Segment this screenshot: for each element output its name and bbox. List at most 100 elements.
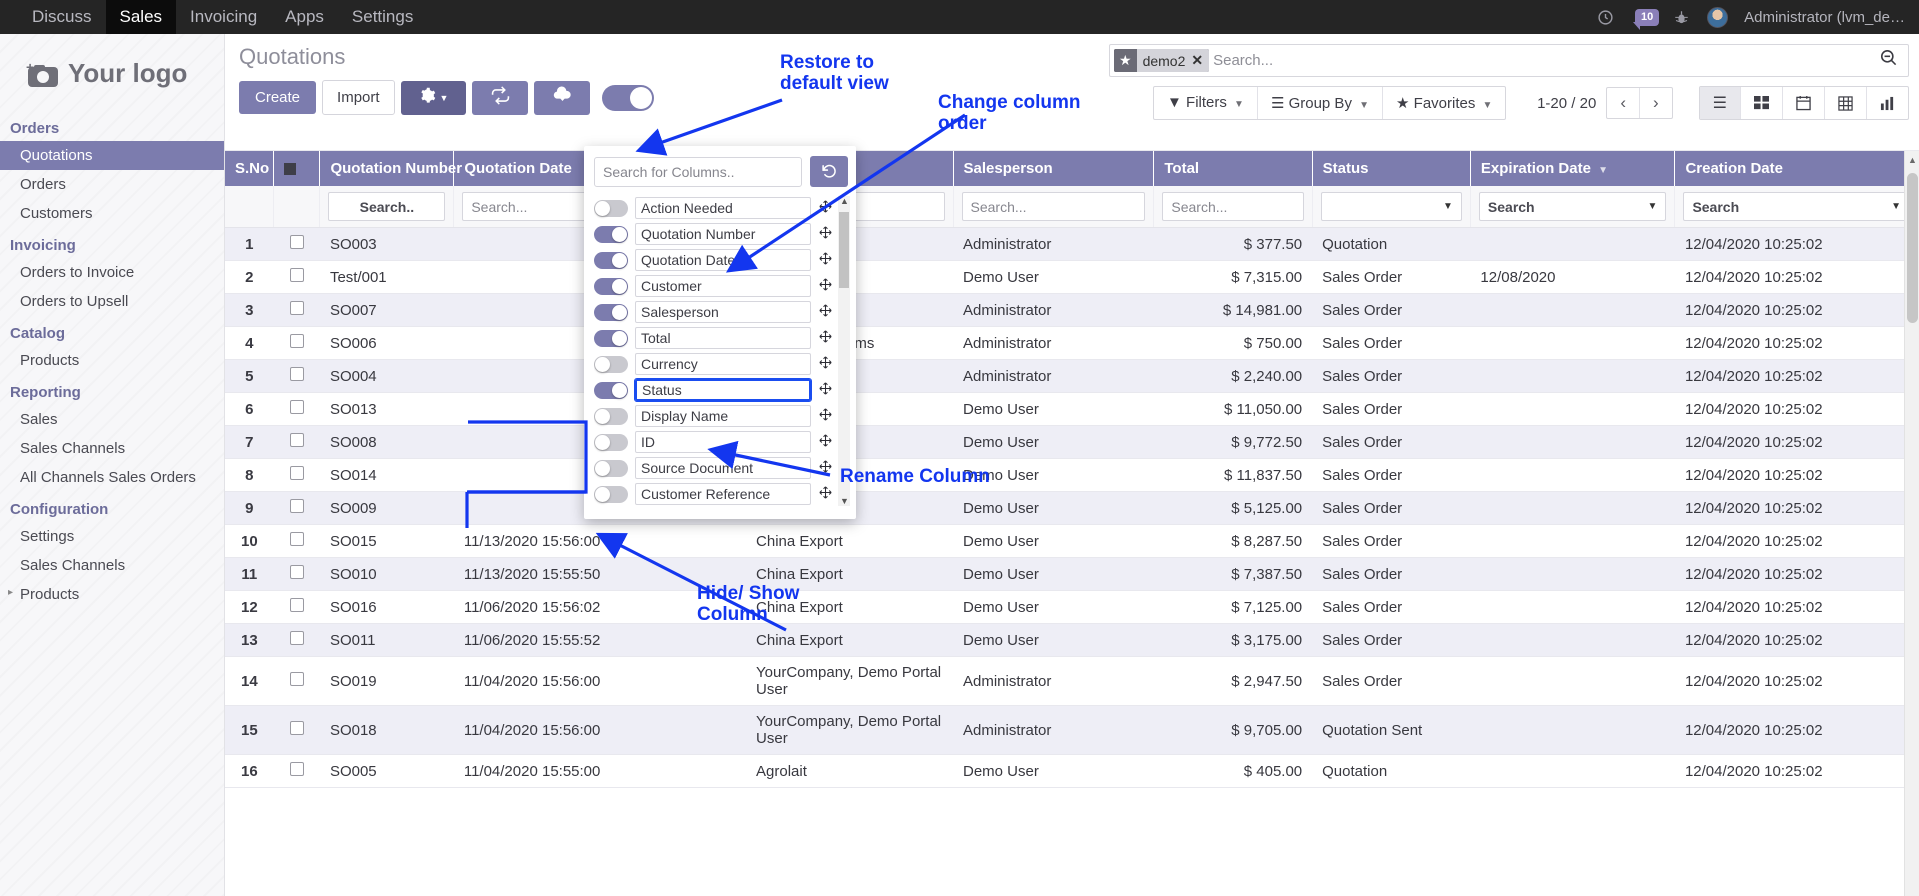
table-vertical-scrollbar[interactable]: ▲: [1904, 151, 1919, 896]
move-handle-icon[interactable]: [818, 382, 832, 398]
column-visibility-toggle[interactable]: [594, 460, 628, 477]
column-visibility-toggle[interactable]: [594, 408, 628, 425]
table-row[interactable]: 7SO008…na ExportDemo User$ 9,772.50Sales…: [225, 426, 1919, 459]
filter-input-quotation-number[interactable]: Search..: [328, 192, 445, 221]
graph-view-icon[interactable]: [1867, 87, 1908, 119]
favorites-dropdown[interactable]: ★ Favorites ▼: [1383, 87, 1505, 119]
column-visibility-toggle[interactable]: [594, 304, 628, 321]
sidebar-item-sales[interactable]: Sales: [0, 405, 224, 434]
column-settings-button[interactable]: ▼: [401, 81, 467, 115]
cell-checkbox[interactable]: [274, 426, 320, 459]
close-icon[interactable]: ✕: [1189, 49, 1209, 72]
create-button[interactable]: Create: [239, 81, 316, 114]
table-row[interactable]: 14SO01911/04/2020 15:56:00YourCompany, D…: [225, 657, 1919, 706]
row-checkbox[interactable]: [290, 499, 304, 513]
view-toggle-switch[interactable]: [602, 85, 654, 111]
column-visibility-toggle[interactable]: [594, 226, 628, 243]
cell-checkbox[interactable]: [274, 360, 320, 393]
sidebar-item-orders-to-invoice[interactable]: Orders to Invoice: [0, 258, 224, 287]
scroll-up-arrow-icon[interactable]: ▲: [840, 196, 849, 206]
row-checkbox[interactable]: [290, 367, 304, 381]
row-checkbox[interactable]: [290, 532, 304, 546]
cell-checkbox[interactable]: [274, 228, 320, 261]
column-header-total[interactable]: Total: [1154, 151, 1312, 186]
move-handle-icon[interactable]: [818, 434, 832, 450]
scroll-down-arrow-icon[interactable]: ▼: [840, 496, 849, 506]
table-row[interactable]: 3SO007…na ExportAdministrator$ 14,981.00…: [225, 294, 1919, 327]
sidebar-item-settings[interactable]: Settings: [0, 522, 224, 551]
calendar-view-icon[interactable]: [1783, 87, 1825, 119]
move-handle-icon[interactable]: [818, 460, 832, 476]
table-row[interactable]: 2Test/001…na ExportDemo User$ 7,315.00Sa…: [225, 261, 1919, 294]
filter-select-status[interactable]: ▼: [1321, 192, 1462, 221]
sidebar-item-customers[interactable]: Customers: [0, 199, 224, 228]
menu-item-discuss[interactable]: Discuss: [18, 0, 106, 34]
cell-checkbox[interactable]: [274, 261, 320, 294]
search-icon[interactable]: [1879, 48, 1902, 73]
cell-checkbox[interactable]: [274, 591, 320, 624]
table-row[interactable]: 11SO01011/13/2020 15:55:50China ExportDe…: [225, 558, 1919, 591]
row-checkbox[interactable]: [290, 762, 304, 776]
menu-item-apps[interactable]: Apps: [271, 0, 338, 34]
table-row[interactable]: 6SO013…na ExportDemo User$ 11,050.00Sale…: [225, 393, 1919, 426]
column-name-input[interactable]: Customer: [635, 275, 811, 297]
sidebar-item-orders-to-upsell[interactable]: Orders to Upsell: [0, 287, 224, 316]
column-name-input[interactable]: Currency: [635, 353, 811, 375]
row-checkbox[interactable]: [290, 301, 304, 315]
import-button[interactable]: Import: [322, 80, 395, 115]
pager-previous-button[interactable]: ‹: [1607, 88, 1640, 118]
table-row[interactable]: 15SO01811/04/2020 15:56:00YourCompany, D…: [225, 706, 1919, 755]
filter-input-salesperson[interactable]: Search...: [962, 192, 1146, 221]
cell-checkbox[interactable]: [274, 459, 320, 492]
cell-checkbox[interactable]: [274, 706, 320, 755]
column-name-input[interactable]: Action Needed: [635, 197, 811, 219]
row-checkbox[interactable]: [290, 334, 304, 348]
filter-input-total[interactable]: Search...: [1162, 192, 1303, 221]
column-search-input[interactable]: Search for Columns..: [594, 157, 802, 187]
row-checkbox[interactable]: [290, 466, 304, 480]
search-bar[interactable]: ★ demo2 ✕ Search...: [1109, 44, 1909, 77]
column-visibility-toggle[interactable]: [594, 330, 628, 347]
list-view-icon[interactable]: ☰: [1700, 87, 1741, 119]
column-header-quotation-number[interactable]: Quotation Number: [320, 151, 454, 186]
avatar[interactable]: [1707, 7, 1728, 28]
menu-item-invoicing[interactable]: Invoicing: [176, 0, 271, 34]
sidebar-item-quotations[interactable]: Quotations: [0, 141, 224, 170]
sidebar-item-config-products[interactable]: Products: [0, 580, 224, 609]
move-handle-icon[interactable]: [818, 200, 832, 216]
sidebar-item-orders[interactable]: Orders: [0, 170, 224, 199]
move-handle-icon[interactable]: [818, 486, 832, 502]
sidebar-item-products[interactable]: Products: [0, 346, 224, 375]
sidebar-item-config-sales-channels[interactable]: Sales Channels: [0, 551, 224, 580]
table-row[interactable]: 5SO004…na ExportAdministrator$ 2,240.00S…: [225, 360, 1919, 393]
sidebar-item-sales-channels[interactable]: Sales Channels: [0, 434, 224, 463]
move-handle-icon[interactable]: [818, 304, 832, 320]
refresh-button[interactable]: [472, 81, 528, 115]
cell-checkbox[interactable]: [274, 525, 320, 558]
column-name-input[interactable]: Status: [635, 379, 811, 401]
column-panel-scroll-thumb[interactable]: [839, 212, 849, 288]
column-visibility-toggle[interactable]: [594, 278, 628, 295]
messages-counter[interactable]: 10: [1631, 9, 1655, 26]
filter-select-expiration-date[interactable]: Search ▼: [1479, 192, 1667, 221]
move-handle-icon[interactable]: [818, 356, 832, 372]
user-menu-label[interactable]: Administrator (lvm_de…: [1744, 9, 1905, 26]
bug-icon[interactable]: [1671, 7, 1691, 27]
column-name-input[interactable]: Quotation Date: [635, 249, 811, 271]
column-header-creation-date[interactable]: Creation Date: [1675, 151, 1919, 186]
row-checkbox[interactable]: [290, 672, 304, 686]
column-name-input[interactable]: Customer Reference: [635, 483, 811, 505]
column-visibility-toggle[interactable]: [594, 382, 628, 399]
scroll-up-arrow-icon[interactable]: ▲: [1908, 155, 1917, 165]
row-checkbox[interactable]: [290, 631, 304, 645]
column-name-input[interactable]: Quotation Number: [635, 223, 811, 245]
filters-dropdown[interactable]: ▼ Filters ▼: [1154, 87, 1258, 119]
column-name-input[interactable]: Source Document: [635, 457, 811, 479]
row-checkbox[interactable]: [290, 598, 304, 612]
download-button[interactable]: [534, 81, 590, 115]
kanban-view-icon[interactable]: [1741, 87, 1783, 119]
column-header-select-all[interactable]: [274, 151, 320, 186]
search-facet-demo2[interactable]: ★ demo2 ✕: [1114, 49, 1209, 72]
cell-checkbox[interactable]: [274, 492, 320, 525]
column-visibility-toggle[interactable]: [594, 200, 628, 217]
